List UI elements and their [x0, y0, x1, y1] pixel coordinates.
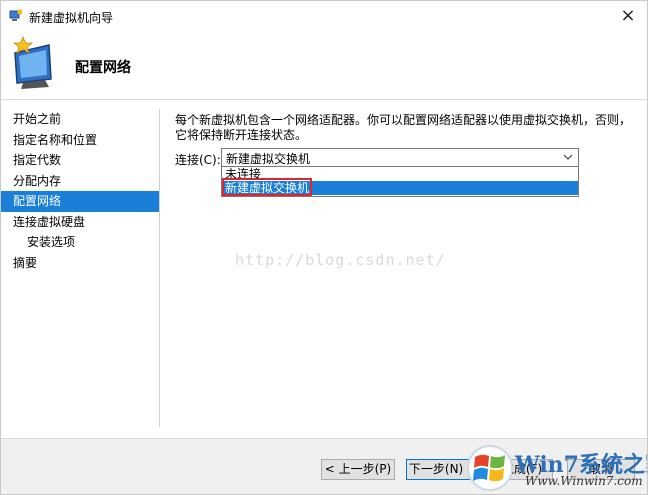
win7-logo-watermark: Win7系统之家 Www.Winwin7.com — [463, 441, 647, 494]
annotation-highlight-box — [222, 178, 312, 196]
window-title: 新建虚拟机向导 — [29, 11, 114, 25]
step-before-you-begin[interactable]: 开始之前 — [1, 109, 159, 130]
blog-watermark: http://blog.csdn.net/ — [235, 251, 446, 269]
hyperv-icon — [9, 9, 23, 21]
new-vm-icon — [12, 35, 52, 89]
close-icon: × — [620, 5, 636, 26]
connection-select[interactable]: 新建虚拟交换机 — [221, 148, 579, 167]
close-button[interactable]: × — [615, 4, 641, 28]
connection-label: 连接(C): — [175, 153, 221, 167]
wizard-header: 配置网络 — [1, 31, 647, 99]
nav-divider — [159, 109, 160, 427]
page-title: 配置网络 — [75, 60, 131, 76]
step-networking[interactable]: 配置网络 — [1, 191, 159, 212]
title-bar: 新建虚拟机向导 × — [1, 1, 647, 31]
logo-url: Www.Winwin7.com — [525, 474, 643, 488]
step-memory[interactable]: 分配内存 — [1, 171, 159, 192]
step-install-options[interactable]: 安装选项 — [1, 232, 159, 253]
step-virtual-disk[interactable]: 连接虚拟硬盘 — [1, 212, 159, 233]
step-generation[interactable]: 指定代数 — [1, 150, 159, 171]
wizard-window: 新建虚拟机向导 × 配置网络 开始之前 指定名称和位置 指定代数 分配内存 配置… — [0, 0, 648, 495]
header-divider — [1, 99, 647, 100]
wizard-steps: 开始之前 指定名称和位置 指定代数 分配内存 配置网络 连接虚拟硬盘 安装选项 … — [1, 109, 159, 273]
network-description: 每个新虚拟机包含一个网络适配器。你可以配置网络适配器以使用虚拟交换机，否则，它将… — [175, 113, 632, 142]
windows-flag-icon — [467, 445, 513, 491]
previous-button[interactable]: < 上一步(P) — [321, 459, 395, 480]
chevron-down-icon — [563, 154, 573, 160]
step-summary[interactable]: 摘要 — [1, 253, 159, 274]
connection-selected-value: 新建虚拟交换机 — [226, 152, 311, 166]
step-name-location[interactable]: 指定名称和位置 — [1, 130, 159, 151]
